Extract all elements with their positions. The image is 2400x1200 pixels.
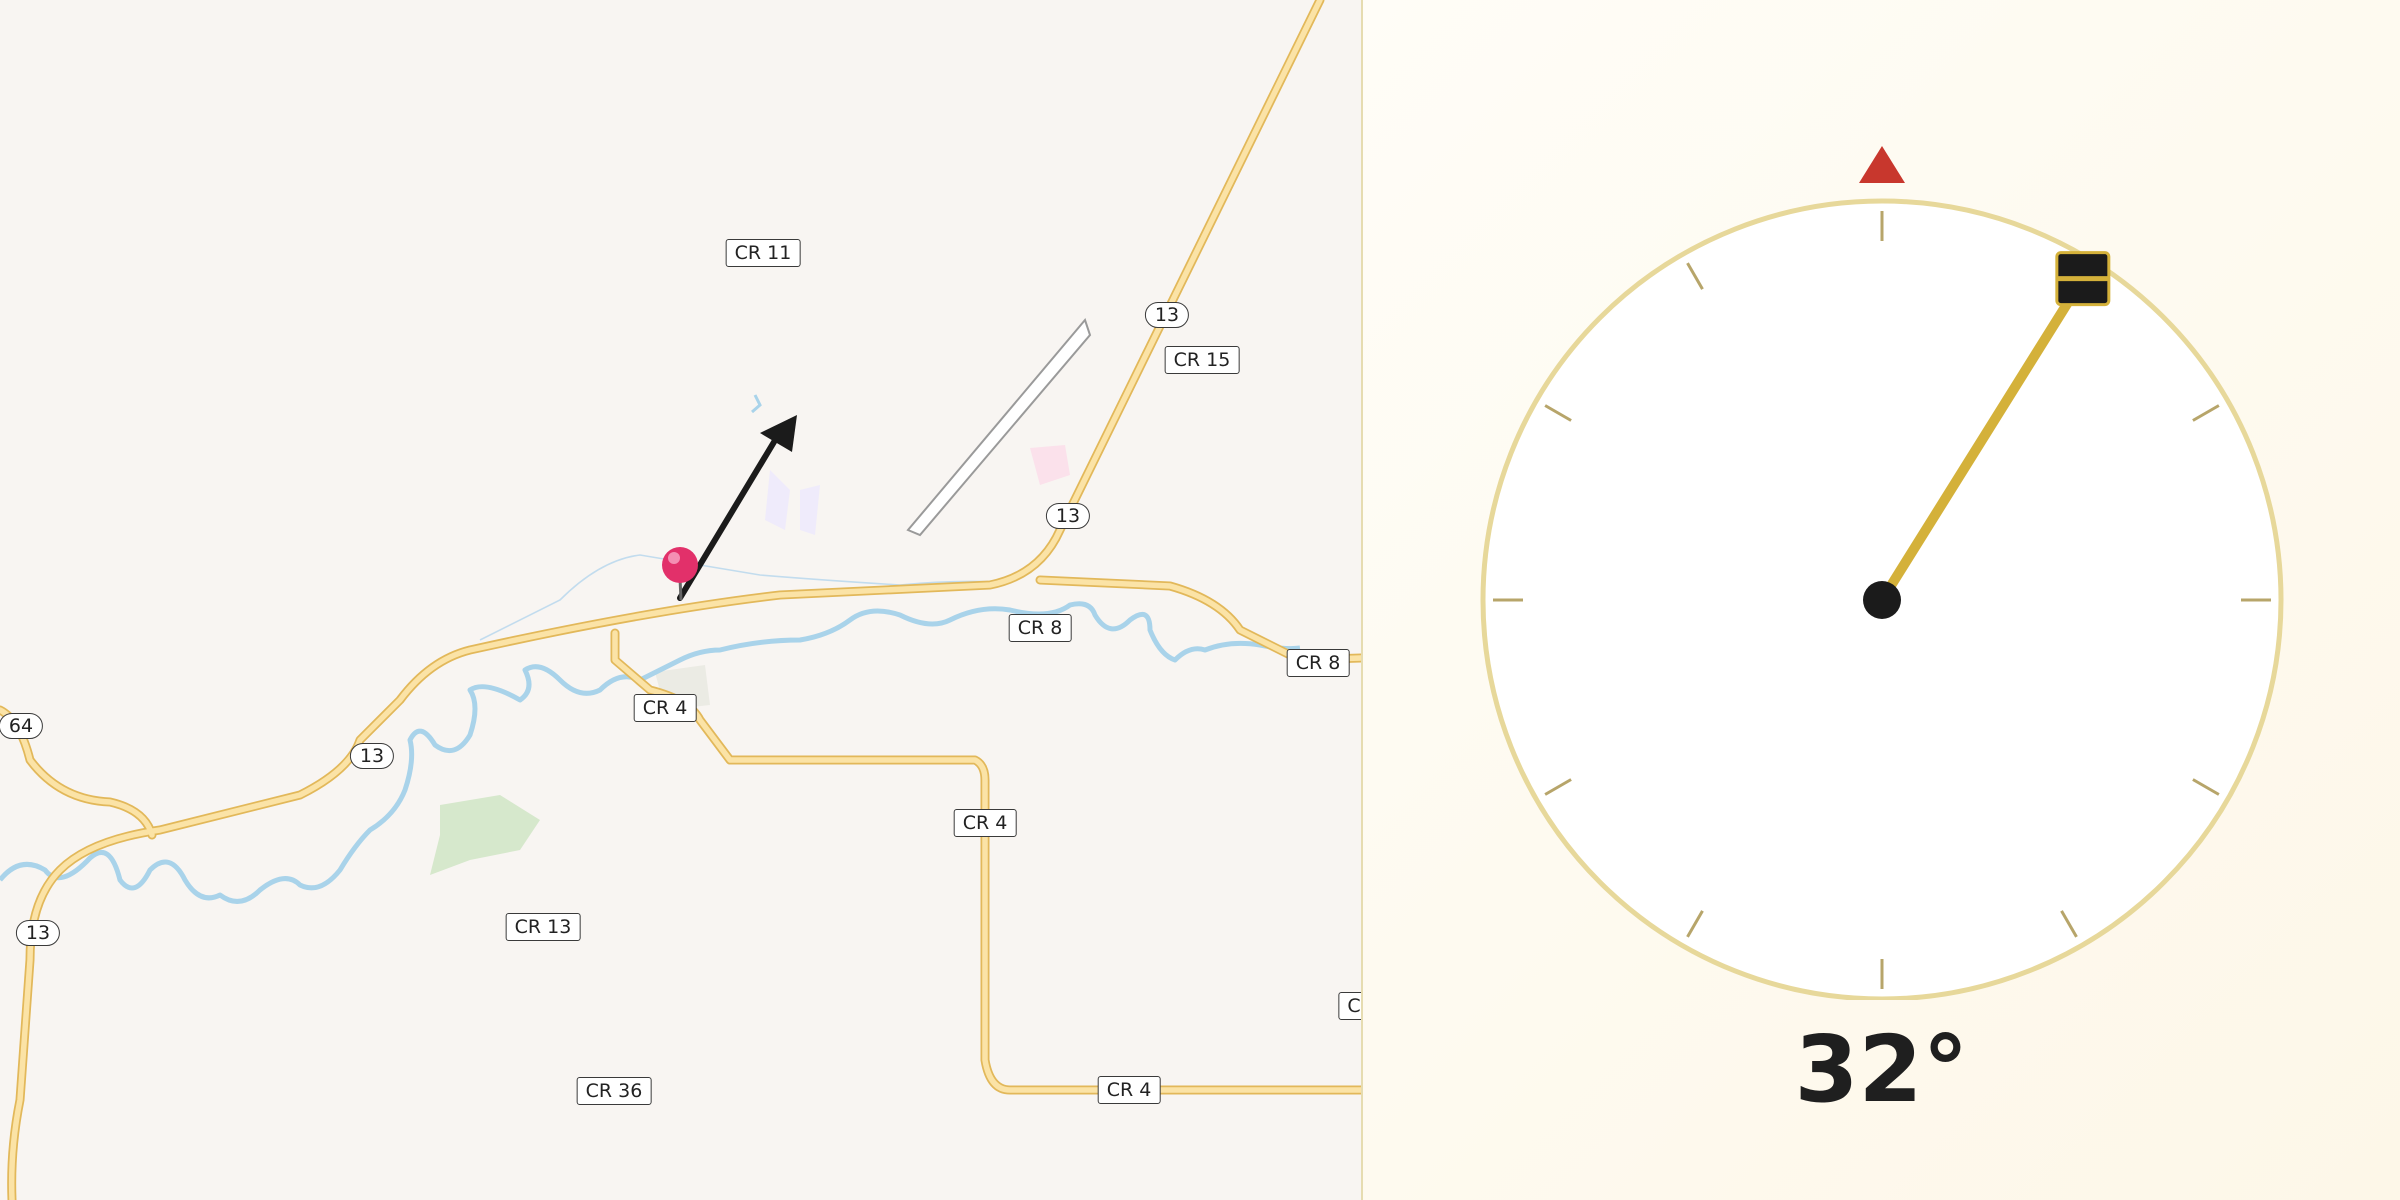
park-area xyxy=(430,795,540,875)
river xyxy=(0,601,1301,904)
map-pin-icon[interactable] xyxy=(662,547,698,601)
compass-center-dot xyxy=(1863,581,1901,619)
heading-handle[interactable] xyxy=(2055,251,2111,307)
road-label-cr36: CR 36 xyxy=(576,1077,652,1105)
road-label-edge: C xyxy=(1338,992,1361,1020)
road-label-64: 64 xyxy=(0,713,44,739)
compass-panel: 32° xyxy=(1363,0,2400,1200)
landuse-area-pink xyxy=(1030,445,1070,485)
road-label-cr4-south: CR 4 xyxy=(1097,1076,1161,1104)
map-canvas xyxy=(0,0,1361,1200)
road-label-cr13: CR 13 xyxy=(505,913,581,941)
landuse-area-purple xyxy=(765,470,820,535)
road-label-13-south: 13 xyxy=(15,920,61,946)
road-label-cr4-north: CR 4 xyxy=(633,694,697,722)
compass-dial[interactable] xyxy=(1363,0,2400,1000)
pond xyxy=(751,394,762,414)
road-label-13-north: 13 xyxy=(1144,302,1190,328)
road-label-cr4-mid: CR 4 xyxy=(953,809,1017,837)
road-label-cr8-east: CR 8 xyxy=(1286,649,1350,677)
map-view[interactable]: CR 11 CR 15 13 13 CR 8 CR 8 CR 4 64 13 C… xyxy=(0,0,1361,1200)
road-label-13-mid: 13 xyxy=(1045,503,1091,529)
road-label-13-west: 13 xyxy=(349,743,395,769)
road-label-cr11: CR 11 xyxy=(725,239,801,267)
heading-value: 32° xyxy=(1794,1016,1969,1123)
road-label-cr8-west: CR 8 xyxy=(1008,614,1072,642)
road-label-cr15: CR 15 xyxy=(1164,346,1240,374)
north-triangle-icon xyxy=(1859,146,1905,183)
